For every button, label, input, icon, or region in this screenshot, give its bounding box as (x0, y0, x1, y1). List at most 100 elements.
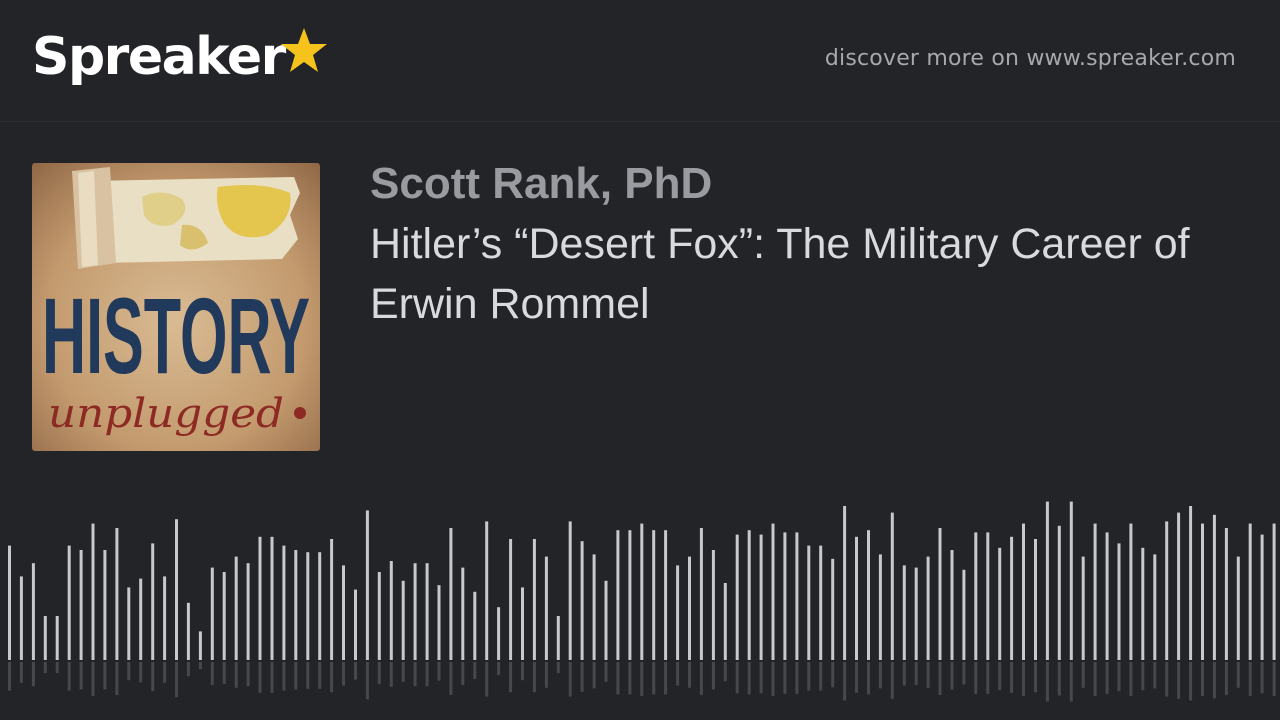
waveform-bar (282, 545, 286, 660)
waveform-bar (31, 563, 35, 660)
waveform-bar (55, 616, 59, 660)
cover-title-unplugged: unplugged (48, 391, 284, 437)
waveform-bar-reflection (676, 662, 680, 686)
waveform-bar-reflection (43, 662, 47, 673)
waveform-bar-reflection (843, 662, 847, 701)
waveform-bar-reflection (1093, 662, 1097, 697)
waveform-bar (270, 536, 274, 660)
waveform-bar-reflection (306, 662, 310, 689)
waveform-bar (198, 631, 202, 660)
waveform-bar-reflection (127, 662, 131, 681)
waveform-bar-reflection (8, 662, 11, 691)
waveform-bar-reflection (568, 662, 572, 697)
waveform-bar (676, 565, 680, 660)
waveform-bar-reflection (294, 662, 298, 690)
waveform-bar (365, 510, 369, 660)
waveform-bar-reflection (664, 662, 668, 695)
waveform-bar (425, 563, 429, 660)
waveform-bar-reflection (330, 662, 334, 693)
waveform-bar-reflection (1260, 662, 1264, 694)
waveform-bar-reflection (473, 662, 477, 680)
waveform-bar (449, 528, 453, 660)
waveform-bar (318, 552, 322, 660)
cover-title-history: HISTORY (42, 275, 310, 396)
waveform-bar-reflection (1177, 662, 1181, 699)
waveform-bar (1117, 543, 1121, 660)
waveform-bar-reflection (461, 662, 465, 686)
waveform-bar-reflection (556, 662, 560, 673)
waveform-bar-reflection (604, 662, 608, 682)
waveform-bar-reflection (139, 662, 143, 683)
waveform-bar (115, 528, 119, 660)
waveform-bar-reflection (1272, 662, 1276, 697)
waveform-bar-reflection (962, 662, 966, 685)
waveform-bar-reflection (163, 662, 167, 683)
waveform-bar (1069, 501, 1073, 660)
waveform-bar (163, 576, 167, 660)
waveform-bar-reflection (91, 662, 95, 697)
waveform-bar-reflection (1045, 662, 1049, 702)
episode-author: Scott Rank, PhD (370, 159, 713, 208)
waveform-bar-reflection (1153, 662, 1157, 689)
waveform-bar (1141, 547, 1145, 660)
waveform-bar-reflection (318, 662, 322, 689)
waveform-bar (127, 587, 131, 660)
waveform-bar-reflection (652, 662, 656, 695)
waveform-bar-reflection (795, 662, 799, 694)
waveform-bar (783, 532, 787, 660)
discover-more-link[interactable]: discover more on www.spreaker.com (825, 46, 1236, 71)
waveform-bar-reflection (867, 662, 870, 695)
waveform-bar-reflection (509, 662, 513, 693)
waveform-bar (19, 576, 23, 660)
waveform-bar (759, 534, 763, 660)
waveform-bar-reflection (246, 662, 250, 687)
waveform-bar-reflection (974, 662, 978, 694)
waveform-bar (628, 530, 632, 660)
waveform-bar-reflection (998, 662, 1002, 691)
waveform-bar (210, 567, 214, 660)
waveform-bar (1248, 523, 1252, 660)
waveform-bar (437, 585, 441, 660)
waveform-bar-reflection (723, 662, 727, 682)
waveform-bar-reflection (175, 662, 178, 698)
waveform-bar-reflection (1224, 662, 1228, 695)
waveform-bar (1093, 523, 1097, 660)
waveform-bar-reflection (902, 662, 906, 686)
waveform-bar-reflection (55, 662, 59, 673)
waveform-bar (79, 550, 83, 660)
waveform-bar-reflection (831, 662, 835, 688)
waveform-bar (521, 587, 524, 660)
waveform-bar (867, 530, 870, 660)
waveform-bar (354, 589, 357, 660)
waveform-bar-reflection (699, 662, 703, 695)
waveform-bar (306, 552, 310, 660)
waveform-bar-reflection (79, 662, 83, 690)
waveform-bar (413, 563, 417, 660)
waveform-bar (175, 519, 178, 660)
waveform-bar (461, 567, 465, 660)
waveform-bar (926, 556, 930, 660)
waveform-bar-reflection (19, 662, 23, 683)
waveform-bar-reflection (413, 662, 417, 687)
header-bar: Spreaker discover more on www.spreaker.c… (0, 0, 1280, 122)
waveform-bar (1260, 534, 1264, 660)
waveform-bar-reflection (1189, 662, 1193, 701)
waveform-bar-reflection (807, 662, 811, 691)
waveform-bar (294, 550, 298, 660)
waveform-bar (902, 565, 906, 660)
waveform-bar (568, 521, 572, 660)
waveform-bar-reflection (1057, 662, 1061, 696)
waveform-bar (186, 602, 190, 660)
waveform-bar-reflection (580, 662, 584, 692)
waveform-bar (532, 539, 536, 660)
spreaker-logo[interactable]: Spreaker (32, 24, 329, 90)
waveform-bar (831, 558, 835, 660)
waveform-bar (699, 528, 703, 660)
waveform-bar (771, 523, 775, 660)
waveform-bar (1045, 501, 1049, 660)
star-icon (280, 28, 327, 72)
audio-waveform (8, 501, 1276, 702)
waveform-bar (1057, 525, 1061, 660)
waveform-bar (795, 532, 799, 660)
waveform-bar (688, 556, 691, 660)
